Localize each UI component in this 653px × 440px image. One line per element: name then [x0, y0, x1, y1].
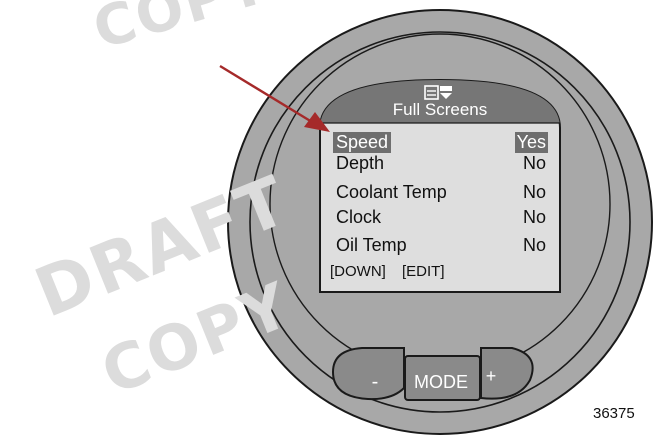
softkey-bar: [DOWN] [EDIT]	[330, 263, 445, 280]
gauge-illustration	[219, 9, 653, 435]
list-item-oil-temp[interactable]: Oil Temp No	[330, 235, 552, 256]
row-label: Oil Temp	[336, 235, 407, 255]
list-item-coolant-temp[interactable]: Coolant Temp No	[330, 182, 552, 203]
figure-reference-number: 36375	[593, 405, 635, 422]
row-label: Coolant Temp	[336, 182, 447, 202]
row-label: Clock	[336, 207, 382, 227]
row-label: Speed	[333, 132, 392, 153]
softkey-down[interactable]: [DOWN]	[330, 263, 386, 280]
plus-button-label: +	[485, 366, 497, 386]
row-value: No	[522, 207, 546, 227]
list-item-speed[interactable]: Speed Yes	[330, 132, 552, 153]
list-item-clock[interactable]: Clock No	[330, 207, 552, 228]
minus-button-label: -	[371, 371, 379, 393]
row-label: Depth	[336, 153, 385, 173]
row-value: No	[522, 235, 546, 255]
icon-tab	[440, 86, 452, 91]
softkey-edit[interactable]: [EDIT]	[402, 263, 445, 280]
row-value: No	[522, 153, 546, 173]
row-value: No	[522, 182, 546, 202]
screen-title: Full Screens	[392, 100, 488, 119]
list-item-depth[interactable]: Depth No	[330, 153, 552, 174]
row-value: Yes	[514, 132, 548, 153]
mode-button-label: MODE	[414, 372, 468, 392]
